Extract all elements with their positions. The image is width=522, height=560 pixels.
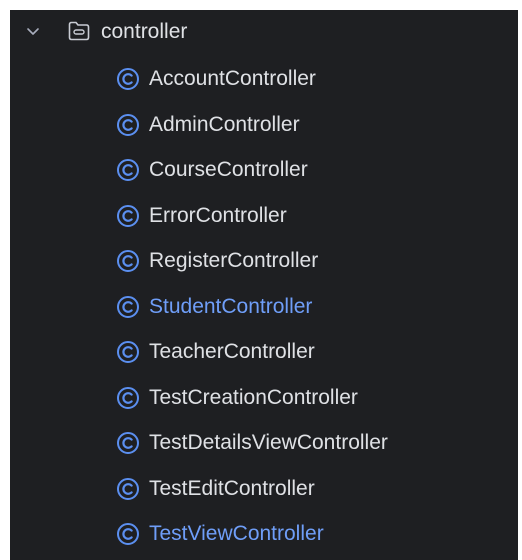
tree-item-test-view-controller[interactable]: TestViewController	[10, 511, 518, 557]
class-icon	[117, 113, 139, 136]
tree-item-error-controller[interactable]: ErrorController	[10, 193, 518, 239]
chevron-down-icon[interactable]	[26, 24, 40, 38]
tree-item-test-creation-controller[interactable]: TestCreationController	[10, 375, 518, 421]
folder-label: controller	[101, 20, 188, 43]
folder-icon	[68, 21, 90, 41]
tree-item-test-edit-controller[interactable]: TestEditController	[10, 466, 518, 512]
class-icon	[117, 341, 139, 363]
tree-item-label: AccountController	[149, 67, 316, 90]
tree-item-test-details-view-controller[interactable]: TestDetailsViewController	[10, 420, 518, 466]
class-icon	[117, 159, 139, 181]
tree-item-label: TestCreationController	[149, 385, 358, 409]
class-icon	[117, 68, 139, 90]
tree-item-account-controller[interactable]: AccountController	[10, 56, 518, 102]
class-icon	[117, 204, 139, 227]
tree-item-label: TestEditController	[149, 476, 315, 500]
tree-item-label: ErrorController	[149, 203, 287, 227]
tree-item-student-controller[interactable]: StudentController	[10, 284, 518, 330]
tree-item-label: AdminController	[149, 112, 300, 136]
tree-item-teacher-controller[interactable]: TeacherController	[10, 329, 518, 375]
class-icon	[117, 432, 139, 454]
tree-item-admin-controller[interactable]: AdminController	[10, 102, 518, 148]
class-icon	[117, 477, 139, 500]
tree-item-label: CourseController	[149, 158, 308, 181]
class-icon	[117, 386, 139, 409]
tree-item-label: TeacherController	[149, 340, 315, 363]
tree-item-register-controller[interactable]: RegisterController	[10, 238, 518, 284]
tree-item-label: TestDetailsViewController	[149, 431, 388, 454]
project-tree: controller AccountController AdminControl…	[10, 10, 518, 560]
tree-item-label: RegisterController	[149, 249, 319, 272]
class-icon	[117, 523, 139, 545]
folder-row-controller[interactable]: controller	[10, 10, 518, 56]
tree-item-course-controller[interactable]: CourseController	[10, 147, 518, 193]
class-icon	[117, 295, 139, 318]
tree-item-label: TestViewController	[149, 522, 324, 545]
class-icon	[117, 250, 139, 272]
tree-item-label: StudentController	[149, 294, 313, 318]
